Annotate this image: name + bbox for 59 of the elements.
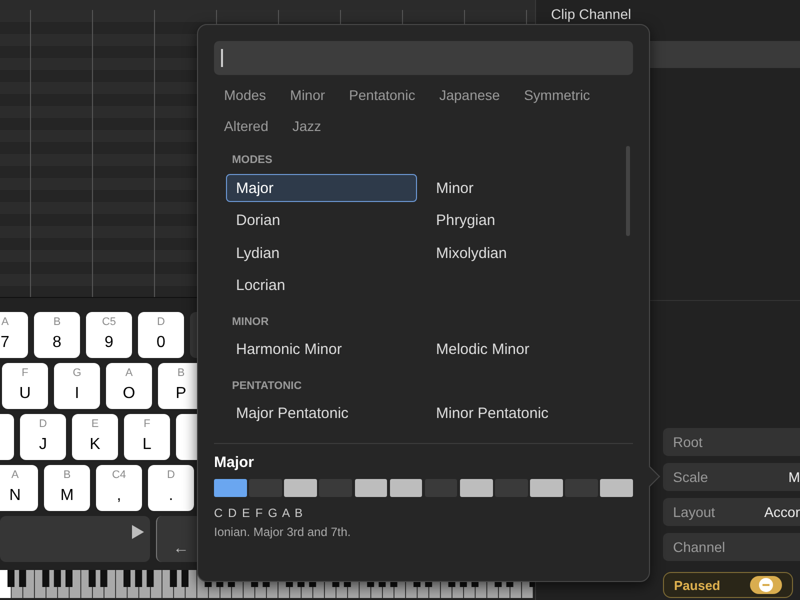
keyboard-key[interactable]: F L bbox=[124, 414, 170, 460]
semitone-cell bbox=[390, 479, 422, 497]
scale-item[interactable]: Mixolydian bbox=[426, 239, 617, 267]
scale-item[interactable]: Dorian bbox=[226, 206, 417, 234]
paused-toggle[interactable]: Paused bbox=[663, 572, 793, 598]
scale-item[interactable]: Harmonic Minor bbox=[226, 336, 417, 364]
section-header: PENTATONIC bbox=[232, 378, 303, 394]
setting-label: Channel bbox=[673, 539, 726, 555]
keyboard-key[interactable]: D 0 bbox=[138, 312, 184, 358]
category-tab[interactable]: Symmetric bbox=[514, 79, 600, 110]
category-tab[interactable]: Altered bbox=[214, 110, 278, 141]
minus-icon bbox=[759, 578, 773, 592]
keyboard-key[interactable]: B 8 bbox=[34, 312, 80, 358]
setting-value: M bbox=[788, 469, 800, 485]
scale-title: Major bbox=[214, 453, 256, 473]
scale-item[interactable]: Major Pentatonic bbox=[226, 400, 417, 428]
setting-label: Scale bbox=[673, 469, 708, 485]
keyboard-key[interactable]: G I bbox=[54, 363, 100, 409]
category-tab[interactable]: Pentatonic bbox=[339, 79, 426, 110]
category-tab[interactable]: Modes bbox=[214, 79, 276, 110]
setting-value: Accor bbox=[764, 504, 800, 520]
scale-item[interactable]: Minor bbox=[426, 174, 617, 202]
keyboard-key[interactable]: B M bbox=[44, 465, 90, 511]
semitone-cell bbox=[600, 479, 633, 497]
setting-row[interactable]: Root bbox=[663, 428, 800, 456]
setting-row[interactable]: Layout Accor bbox=[663, 498, 800, 526]
scale-item[interactable]: Locrian bbox=[226, 272, 417, 300]
keyboard-key[interactable]: D . bbox=[148, 465, 194, 511]
keyboard-key[interactable]: C4 , bbox=[96, 465, 142, 511]
semitone-cell bbox=[284, 479, 317, 497]
keyboard-key[interactable]: C5 9 bbox=[86, 312, 132, 358]
setting-row[interactable]: Scale M bbox=[663, 463, 800, 491]
play-icon bbox=[132, 525, 144, 539]
section-header: MINOR bbox=[232, 314, 270, 330]
category-tab[interactable]: Jazz bbox=[282, 110, 332, 141]
semitone-cell bbox=[530, 479, 563, 497]
keyboard-key[interactable]: F U bbox=[2, 363, 48, 409]
search-field[interactable] bbox=[214, 41, 633, 75]
category-tab[interactable]: Minor bbox=[280, 79, 336, 110]
panel-title: Clip Channel bbox=[550, 5, 632, 24]
keyboard-key[interactable]: E K bbox=[72, 414, 118, 460]
scale-item[interactable]: Major bbox=[226, 174, 417, 202]
setting-label: Root bbox=[673, 434, 703, 450]
scale-item[interactable]: Melodic Minor bbox=[426, 336, 617, 364]
semitone-cell bbox=[460, 479, 492, 497]
semitone-cell bbox=[354, 479, 388, 497]
setting-label: Layout bbox=[673, 504, 716, 520]
keyboard-key[interactable]: A O bbox=[106, 363, 152, 409]
play-bar[interactable] bbox=[0, 516, 150, 562]
keyboard-key[interactable]: A N bbox=[0, 465, 38, 511]
semitone-cell bbox=[214, 479, 247, 497]
scale-item[interactable]: Minor Pentatonic bbox=[426, 400, 617, 428]
keyboard-key[interactable]: A 7 bbox=[0, 312, 28, 358]
keyboard-key[interactable]: D J bbox=[20, 414, 66, 460]
scale-item[interactable]: Lydian bbox=[226, 239, 417, 267]
setting-row[interactable]: Channel bbox=[663, 533, 800, 561]
section-header: MODES bbox=[232, 153, 274, 168]
category-tab[interactable]: Japanese bbox=[429, 79, 510, 110]
scale-item[interactable]: Phrygian bbox=[426, 206, 617, 234]
